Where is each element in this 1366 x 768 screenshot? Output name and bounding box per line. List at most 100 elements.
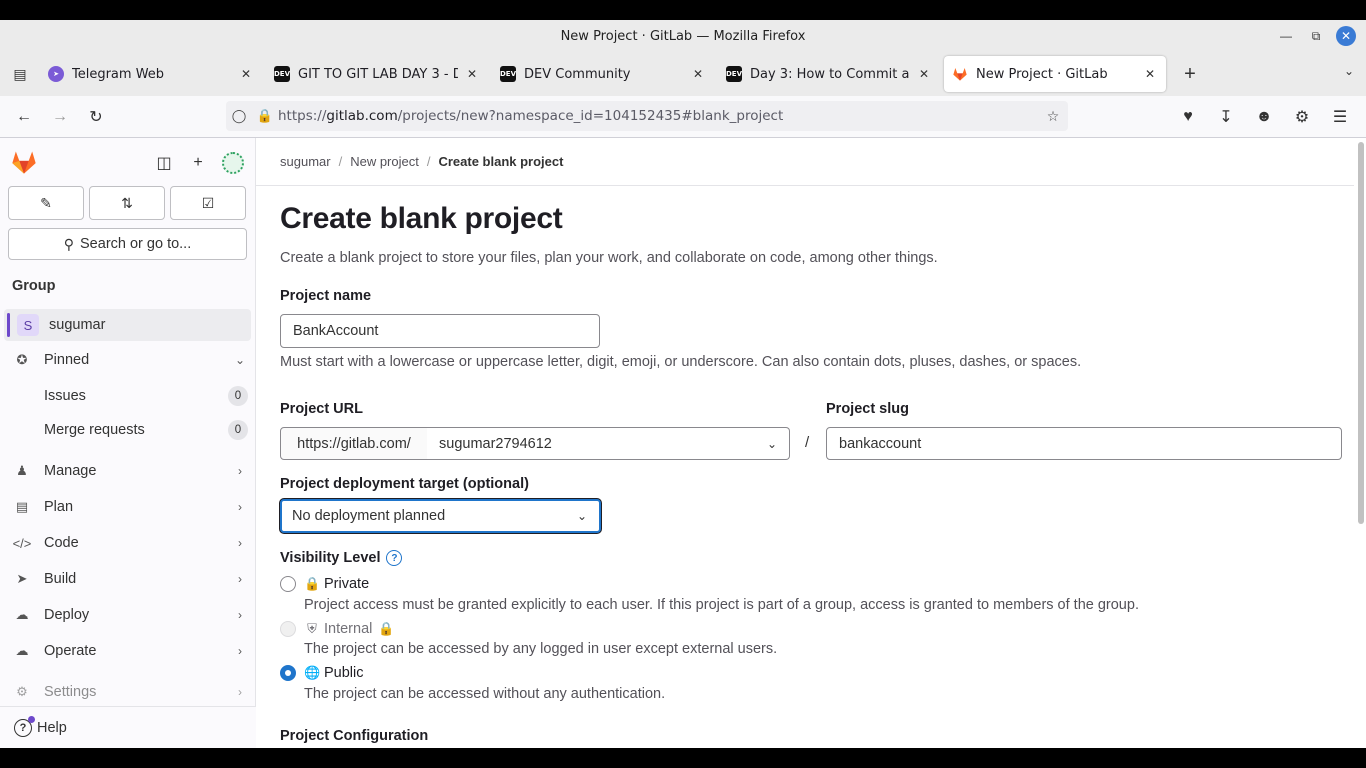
visibility-level-label: Visibility Level ? (280, 550, 403, 566)
sidebar-item-manage[interactable]: ♟ Manage › (8, 455, 248, 487)
account-icon[interactable]: ☻ (1246, 99, 1282, 135)
breadcrumb-item[interactable]: New project (350, 154, 419, 169)
lock-icon[interactable]: 🔒 (252, 108, 278, 124)
dev-icon: DEV (726, 66, 742, 82)
option-label: Public (324, 665, 364, 681)
close-tab-icon[interactable]: ✕ (238, 67, 254, 81)
todo-counter-icon[interactable]: ☑ (170, 186, 246, 220)
close-tab-icon[interactable]: ✕ (916, 67, 932, 81)
merge-requests-counter-icon[interactable]: ⇅ (89, 186, 165, 220)
visibility-private-description: Project access must be granted explicitl… (304, 597, 1139, 613)
sidebar-item-merge-requests[interactable]: Merge requests 0 (8, 414, 248, 446)
chevron-down-icon[interactable]: ⌄ (1344, 64, 1354, 78)
option-label: Private (324, 576, 370, 592)
menu-icon[interactable]: ☰ (1322, 99, 1358, 135)
sidebar-toggle-icon[interactable]: ◫ (154, 153, 174, 173)
sidebar-item-settings[interactable]: ⚙ Settings › (8, 676, 248, 708)
sidebar-item-label: Deploy (44, 607, 90, 623)
sidebar-item-plan[interactable]: ▤ Plan › (8, 491, 248, 523)
count-badge: 0 (228, 386, 248, 406)
tab-git-to-gitlab[interactable]: DEV GIT TO GIT LAB DAY 3 - DEV ✕ (266, 56, 488, 92)
reload-icon[interactable]: ↻ (78, 99, 114, 135)
sidebar-item-code[interactable]: </> Code › (8, 527, 248, 559)
chevron-right-icon: › (238, 500, 242, 514)
sidebar-project[interactable]: S sugumar (4, 309, 251, 341)
bookmark-star-icon[interactable]: ☆ (1038, 108, 1068, 125)
dev-icon: DEV (274, 66, 290, 82)
tab-manager-icon[interactable]: ▤ (0, 52, 40, 96)
url-path: /projects/new?namespace_id=104152435#bla… (397, 108, 784, 124)
close-tab-icon[interactable]: ✕ (1142, 67, 1158, 81)
restore-icon[interactable]: ⧉ (1306, 26, 1326, 46)
visibility-internal-option[interactable]: ⛨ Internal 🔒 (280, 621, 398, 637)
sidebar-item-pinned[interactable]: ✪ Pinned ⌄ (8, 344, 248, 376)
breadcrumb-item[interactable]: sugumar (280, 154, 331, 169)
url-text[interactable]: https://gitlab.com/projects/new?namespac… (278, 108, 1038, 124)
url-bar[interactable]: ◯ 🔒 https://gitlab.com/projects/new?name… (226, 101, 1068, 131)
code-icon: </> (12, 535, 32, 551)
visibility-label-text: Visibility Level (280, 550, 381, 566)
tab-label: GIT TO GIT LAB DAY 3 - DEV (298, 66, 458, 82)
project-url-prefix: https://gitlab.com/ (280, 427, 428, 460)
plus-icon[interactable]: + (188, 153, 208, 173)
deployment-target-select[interactable]: No deployment planned ⌄ (280, 499, 601, 533)
project-configuration-label: Project Configuration (280, 728, 429, 744)
download-icon[interactable]: ↧ (1208, 99, 1244, 135)
tab-telegram[interactable]: ➤ Telegram Web ✕ (40, 56, 262, 92)
forward-icon[interactable]: → (42, 99, 78, 135)
visibility-private-option[interactable]: 🔒 Private (280, 576, 369, 592)
calendar-icon: ▤ (15, 499, 29, 514)
page-content: ◫ + ✎ ⇅ ☑ ⚲ Search or go to... Group S s… (0, 138, 1366, 748)
pocket-icon[interactable]: ♥ (1170, 99, 1206, 135)
chevron-right-icon: › (238, 464, 242, 478)
tab-day3[interactable]: DEV Day 3: How to Commit and P ✕ (718, 56, 940, 92)
question-icon[interactable]: ? (386, 550, 403, 566)
globe-icon: 🌐 (304, 665, 321, 680)
avatar[interactable] (222, 152, 244, 174)
radio-private[interactable] (280, 576, 296, 592)
sidebar-search-button[interactable]: ⚲ Search or go to... (8, 228, 247, 260)
sidebar: ◫ + ✎ ⇅ ☑ ⚲ Search or go to... Group S s… (0, 138, 256, 748)
close-tab-icon[interactable]: ✕ (690, 67, 706, 81)
new-tab-icon[interactable]: + (1174, 58, 1206, 90)
chevron-right-icon: › (238, 644, 242, 658)
sidebar-item-deploy[interactable]: ☁ Deploy › (8, 599, 248, 631)
page-scrollbar[interactable] (1358, 142, 1364, 524)
shield-icon[interactable]: ◯ (226, 108, 252, 124)
sidebar-item-label: Operate (44, 643, 97, 659)
back-icon[interactable]: ← (6, 99, 42, 135)
toolbar-right: ♥ ↧ ☻ ⚙ ☰ (1170, 99, 1358, 135)
sidebar-help-button[interactable]: ? Help (0, 706, 256, 748)
top-system-bar (0, 0, 1366, 20)
project-name-input[interactable]: BankAccount (280, 314, 600, 348)
tab-label: Telegram Web (72, 66, 165, 82)
window-title: New Project · GitLab — Mozilla Firefox (560, 28, 806, 44)
extensions-icon[interactable]: ⚙ (1284, 99, 1320, 135)
close-tab-icon[interactable]: ✕ (464, 67, 480, 81)
gitlab-logo-icon[interactable] (10, 148, 38, 176)
sidebar-item-label: Issues (44, 388, 86, 404)
cloud-icon: ☁ (15, 643, 29, 658)
sidebar-item-issues[interactable]: Issues 0 (8, 380, 248, 412)
search-label: Search or go to... (80, 236, 192, 252)
breadcrumb-current[interactable]: Create blank project (438, 154, 563, 169)
visibility-internal-description: The project can be accessed by any logge… (304, 641, 778, 657)
sidebar-header: ◫ + (0, 148, 256, 178)
lock-icon: 🔒 (378, 621, 395, 636)
sidebar-item-label: Code (44, 535, 79, 551)
tab-label: New Project · GitLab (976, 66, 1108, 82)
sidebar-item-build[interactable]: ➤ Build › (8, 563, 248, 595)
visibility-public-option[interactable]: 🌐 Public (280, 665, 364, 681)
tab-dev-community[interactable]: DEV DEV Community ✕ (492, 56, 714, 92)
radio-internal[interactable] (280, 621, 296, 637)
sidebar-item-operate[interactable]: ☁ Operate › (8, 635, 248, 667)
minimize-icon[interactable]: — (1276, 26, 1296, 46)
close-window-icon[interactable]: ✕ (1336, 26, 1356, 46)
project-slug-input[interactable]: bankaccount (826, 427, 1342, 460)
radio-public[interactable] (280, 665, 296, 681)
help-icon: ? (14, 715, 35, 737)
tab-new-project[interactable]: New Project · GitLab ✕ (944, 56, 1166, 92)
project-slug-label: Project slug (826, 401, 909, 417)
namespace-select[interactable]: sugumar2794612 ⌄ (427, 427, 790, 460)
issues-counter-icon[interactable]: ✎ (8, 186, 84, 220)
